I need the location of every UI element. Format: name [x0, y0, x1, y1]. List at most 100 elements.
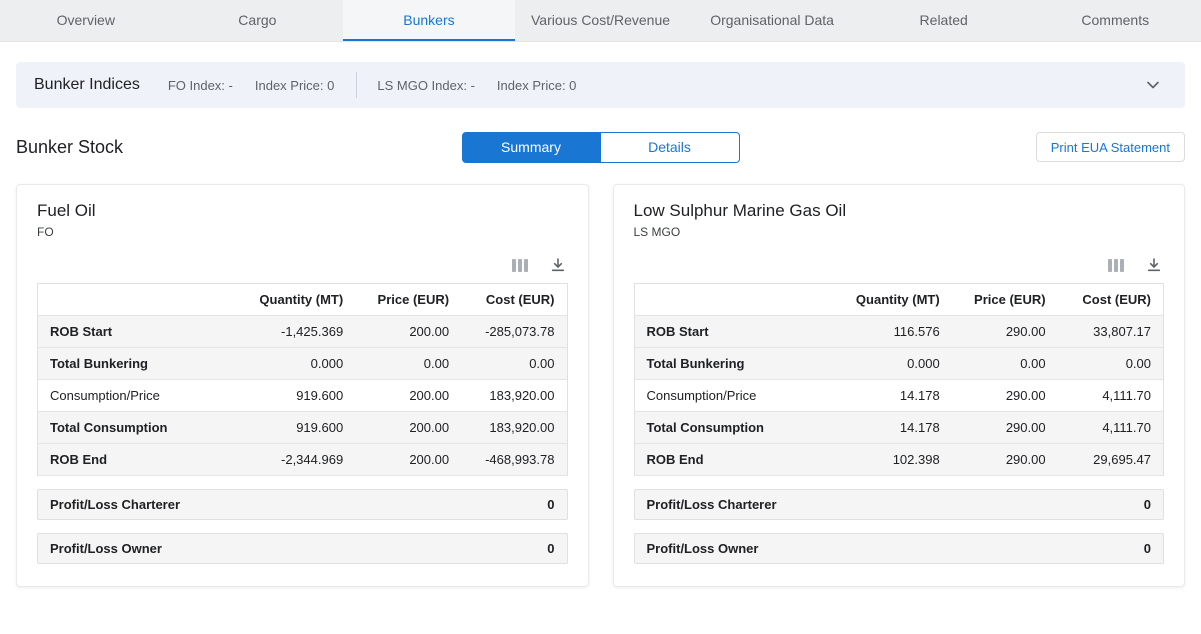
column-header-quantity: Quantity (MT)	[218, 284, 356, 316]
profit-loss-label: Profit/Loss Charterer	[50, 497, 180, 512]
row-price: 200.00	[355, 444, 461, 476]
tab-related[interactable]: Related	[858, 0, 1030, 41]
table-row-total-consumption: Total Consumption 14.178 290.00 4,111.70	[634, 412, 1164, 444]
tab-various-cost-revenue[interactable]: Various Cost/Revenue	[515, 0, 687, 41]
details-toggle-button[interactable]: Details	[601, 132, 740, 163]
card-title: Low Sulphur Marine Gas Oil	[634, 201, 1165, 221]
bunker-indices-title: Bunker Indices	[34, 76, 140, 94]
profit-loss-owner-row: Profit/Loss Owner 0	[634, 533, 1165, 564]
ls-mgo-index-value: LS MGO Index: -	[377, 78, 475, 93]
card-toolbar	[634, 257, 1163, 273]
card-toolbar	[37, 257, 566, 273]
column-header-cost: Cost (EUR)	[1058, 284, 1164, 316]
row-label: Consumption/Price	[38, 380, 218, 412]
row-price: 290.00	[952, 316, 1058, 348]
indices-divider	[356, 72, 357, 98]
columns-icon[interactable]	[1108, 259, 1124, 272]
card-title: Fuel Oil	[37, 201, 568, 221]
card-subtitle: FO	[37, 225, 568, 239]
table-row-consumption-price: Consumption/Price 14.178 290.00 4,111.70	[634, 380, 1164, 412]
column-header-price: Price (EUR)	[952, 284, 1058, 316]
row-label: Consumption/Price	[634, 380, 814, 412]
card-subtitle: LS MGO	[634, 225, 1165, 239]
row-quantity: 0.000	[814, 348, 952, 380]
table-row-total-bunkering: Total Bunkering 0.000 0.00 0.00	[634, 348, 1164, 380]
row-quantity: 14.178	[814, 412, 952, 444]
row-cost: 183,920.00	[461, 380, 567, 412]
row-label: Total Bunkering	[38, 348, 218, 380]
profit-loss-charterer-row: Profit/Loss Charterer 0	[37, 489, 568, 520]
row-cost: 33,807.17	[1058, 316, 1164, 348]
ls-mgo-index-price: Index Price: 0	[497, 78, 577, 93]
bunker-cards: Fuel Oil FO Quantity (MT) Price (EUR) Co…	[0, 164, 1201, 603]
bunker-stock-header: Bunker Stock Summary Details Print EUA S…	[16, 130, 1185, 164]
table-row-rob-end: ROB End -2,344.969 200.00 -468,993.78	[38, 444, 568, 476]
tab-bunkers[interactable]: Bunkers	[343, 0, 515, 41]
row-price: 200.00	[355, 316, 461, 348]
print-eua-statement-button[interactable]: Print EUA Statement	[1036, 132, 1185, 162]
row-cost: 4,111.70	[1058, 380, 1164, 412]
columns-icon[interactable]	[512, 259, 528, 272]
row-cost: -285,073.78	[461, 316, 567, 348]
row-quantity: -1,425.369	[218, 316, 356, 348]
table-row-rob-start: ROB Start -1,425.369 200.00 -285,073.78	[38, 316, 568, 348]
bunker-indices-bar: Bunker Indices FO Index: - Index Price: …	[16, 62, 1185, 108]
profit-loss-value: 0	[547, 497, 554, 512]
column-header-quantity: Quantity (MT)	[814, 284, 952, 316]
row-label: ROB End	[634, 444, 814, 476]
profit-loss-label: Profit/Loss Owner	[50, 541, 162, 556]
tab-comments[interactable]: Comments	[1029, 0, 1201, 41]
bunker-stock-table: Quantity (MT) Price (EUR) Cost (EUR) ROB…	[37, 283, 568, 476]
row-label: Total Consumption	[634, 412, 814, 444]
bunker-stock-table: Quantity (MT) Price (EUR) Cost (EUR) ROB…	[634, 283, 1165, 476]
table-row-consumption-price: Consumption/Price 919.600 200.00 183,920…	[38, 380, 568, 412]
row-cost: -468,993.78	[461, 444, 567, 476]
row-cost: 29,695.47	[1058, 444, 1164, 476]
tab-overview[interactable]: Overview	[0, 0, 172, 41]
download-icon[interactable]	[1146, 257, 1162, 273]
row-label: ROB Start	[38, 316, 218, 348]
summary-details-toggle: Summary Details	[462, 132, 740, 163]
profit-loss-value: 0	[1144, 541, 1151, 556]
row-price: 290.00	[952, 444, 1058, 476]
table-row-total-bunkering: Total Bunkering 0.000 0.00 0.00	[38, 348, 568, 380]
row-quantity: 0.000	[218, 348, 356, 380]
top-tab-bar: Overview Cargo Bunkers Various Cost/Reve…	[0, 0, 1201, 42]
row-quantity: 102.398	[814, 444, 952, 476]
row-price: 0.00	[952, 348, 1058, 380]
column-header-price: Price (EUR)	[355, 284, 461, 316]
row-label: ROB End	[38, 444, 218, 476]
profit-loss-value: 0	[547, 541, 554, 556]
tab-organisational-data[interactable]: Organisational Data	[686, 0, 858, 41]
profit-loss-label: Profit/Loss Owner	[647, 541, 759, 556]
profit-loss-label: Profit/Loss Charterer	[647, 497, 777, 512]
row-label: Total Consumption	[38, 412, 218, 444]
profit-loss-owner-row: Profit/Loss Owner 0	[37, 533, 568, 564]
bunker-stock-title: Bunker Stock	[16, 137, 123, 158]
profit-loss-value: 0	[1144, 497, 1151, 512]
row-quantity: 116.576	[814, 316, 952, 348]
row-cost: 0.00	[1058, 348, 1164, 380]
column-header-empty	[634, 284, 814, 316]
download-icon[interactable]	[550, 257, 566, 273]
tab-cargo[interactable]: Cargo	[172, 0, 344, 41]
column-header-empty	[38, 284, 218, 316]
table-row-rob-end: ROB End 102.398 290.00 29,695.47	[634, 444, 1164, 476]
row-quantity: 14.178	[814, 380, 952, 412]
row-price: 290.00	[952, 412, 1058, 444]
row-cost: 183,920.00	[461, 412, 567, 444]
row-price: 0.00	[355, 348, 461, 380]
fo-index-value: FO Index: -	[168, 78, 233, 93]
profit-loss-charterer-row: Profit/Loss Charterer 0	[634, 489, 1165, 520]
chevron-down-icon[interactable]	[1143, 75, 1163, 95]
fuel-oil-card: Fuel Oil FO Quantity (MT) Price (EUR) Co…	[16, 184, 589, 587]
row-cost: 0.00	[461, 348, 567, 380]
row-price: 200.00	[355, 380, 461, 412]
column-header-cost: Cost (EUR)	[461, 284, 567, 316]
summary-toggle-button[interactable]: Summary	[462, 132, 601, 163]
row-price: 200.00	[355, 412, 461, 444]
ls-mgo-card: Low Sulphur Marine Gas Oil LS MGO Quanti…	[613, 184, 1186, 587]
row-quantity: 919.600	[218, 412, 356, 444]
table-row-rob-start: ROB Start 116.576 290.00 33,807.17	[634, 316, 1164, 348]
row-quantity: 919.600	[218, 380, 356, 412]
